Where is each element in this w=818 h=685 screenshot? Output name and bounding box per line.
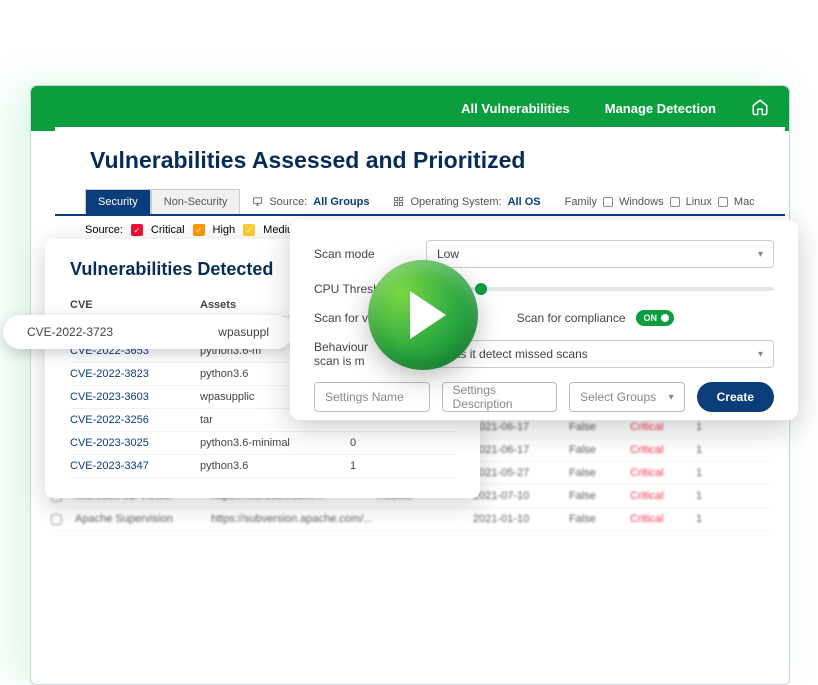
- grid-icon: [393, 196, 404, 207]
- cve-link[interactable]: CVE-2023-3347: [70, 460, 200, 472]
- table-row[interactable]: CVE-2023-3025python3.6-minimal0: [70, 432, 455, 455]
- chevron-down-icon: ▾: [758, 249, 763, 260]
- scan-mode-select[interactable]: Low ▾: [426, 240, 774, 268]
- screen-icon: [252, 196, 263, 207]
- select-groups-dropdown[interactable]: Select Groups ▾: [569, 382, 685, 412]
- settings-inputs-row: Settings Name Settings Description Selec…: [314, 382, 774, 412]
- home-icon[interactable]: [751, 98, 769, 119]
- chevron-down-icon: ▾: [758, 349, 763, 360]
- table-row: Apache Supervision https://subversion.ap…: [51, 508, 769, 531]
- cve-link[interactable]: CVE-2023-3603: [70, 391, 200, 403]
- critical-checkbox[interactable]: [131, 224, 143, 236]
- high-checkbox[interactable]: [193, 224, 205, 236]
- settings-description-input[interactable]: Settings Description: [442, 382, 558, 412]
- play-button[interactable]: [368, 260, 478, 370]
- scan-mode-label: Scan mode: [314, 247, 426, 261]
- cve-asset: wpasuppl: [218, 325, 269, 339]
- cve-highlight-pill[interactable]: CVE-2022-3723 wpasuppl: [3, 315, 293, 349]
- mid-window: Vulnerabilities Assessed and Prioritized…: [55, 127, 785, 227]
- page-title: Vulnerabilities Assessed and Prioritized: [55, 127, 785, 189]
- compliance-toggle[interactable]: ON: [636, 310, 675, 326]
- back-window-header: All Vulnerabilities Manage Detection: [31, 86, 789, 131]
- cve-link[interactable]: CVE-2022-3256: [70, 414, 200, 426]
- compliance-label: Scan for compliance: [517, 311, 626, 325]
- nav-all-vulnerabilities[interactable]: All Vulnerabilities: [461, 101, 570, 116]
- cve-link[interactable]: CVE-2022-3823: [70, 368, 200, 380]
- behaviour-select[interactable]: on as it detect missed scans ▾: [426, 340, 774, 368]
- windows-checkbox[interactable]: [603, 197, 613, 207]
- row-checkbox[interactable]: [51, 514, 62, 525]
- table-row[interactable]: CVE-2023-3347python3.61: [70, 455, 455, 478]
- nav-manage-detection[interactable]: Manage Detection: [605, 101, 716, 116]
- slider-thumb[interactable]: [475, 283, 487, 295]
- cpu-threshold-slider[interactable]: [426, 287, 774, 291]
- mac-checkbox[interactable]: [718, 197, 728, 207]
- cve-id: CVE-2022-3723: [27, 325, 113, 339]
- chevron-down-icon: ▾: [669, 392, 674, 403]
- linux-checkbox[interactable]: [670, 197, 680, 207]
- os-filter[interactable]: Operating System: All OS: [381, 190, 552, 214]
- tab-nonsecurity[interactable]: Non-Security: [151, 189, 241, 214]
- create-button[interactable]: Create: [697, 382, 774, 412]
- medium-checkbox[interactable]: [243, 224, 255, 236]
- scan-mode-row: Scan mode Low ▾: [314, 240, 774, 268]
- tab-security[interactable]: Security: [85, 189, 151, 214]
- scan-settings-card: Scan mode Low ▾ CPU Threshold Scan for v…: [290, 220, 798, 420]
- family-filter: Family Windows Linux Mac: [553, 190, 767, 214]
- source-filter[interactable]: Source: All Groups: [240, 190, 381, 214]
- settings-name-input[interactable]: Settings Name: [314, 382, 430, 412]
- mid-tabs: Security Non-Security Source: All Groups…: [55, 189, 785, 216]
- cve-link[interactable]: CVE-2023-3025: [70, 437, 200, 449]
